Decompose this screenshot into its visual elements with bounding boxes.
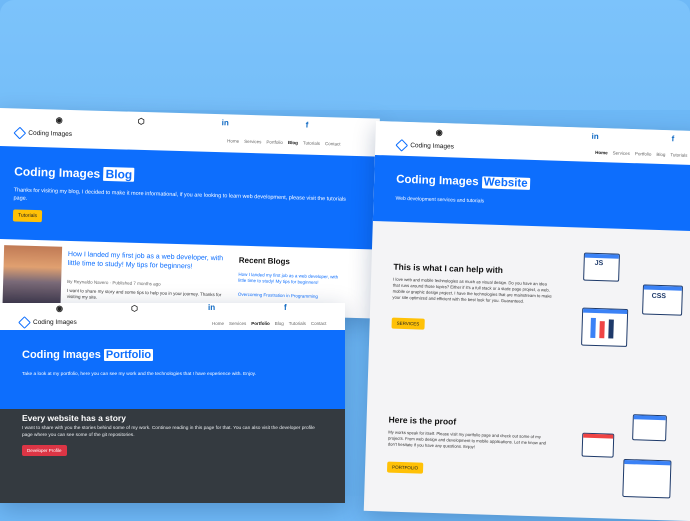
nav-home[interactable]: Home [595, 150, 608, 155]
github-icon[interactable]: ◉ [56, 116, 63, 125]
brand-name: Coding Images [410, 142, 455, 151]
developer-profile-button[interactable]: Developer Profile [22, 445, 67, 456]
github-icon[interactable]: ◉ [56, 304, 63, 313]
blog-hero-title: Coding Images Blog [14, 164, 135, 182]
brand-logo-icon [15, 128, 24, 137]
portfolio-page: ◉ ⬡ in f Coding Images Home Services Por… [0, 303, 345, 503]
help-title: This is what I can help with [393, 261, 504, 276]
brand-logo-icon [20, 318, 29, 327]
linkedin-icon[interactable]: in [222, 118, 229, 127]
portfolio-monitor-illustration [581, 432, 615, 458]
nav-services[interactable]: Services [613, 150, 630, 156]
nav-tutorials[interactable]: Tutorials [289, 321, 306, 326]
nav-tutorials[interactable]: Tutorials [670, 152, 687, 158]
nav-blog[interactable]: Blog [275, 321, 284, 326]
cards-illustration [622, 458, 672, 499]
nav-home[interactable]: Home [227, 138, 239, 143]
proof-text: My works speak for itself. Please visit … [387, 429, 547, 450]
blog-hero-text: Thanks for visiting my blog, I decided t… [13, 187, 346, 203]
hero-title-text: Coding Images [395, 173, 479, 189]
story-text: I want to share with you the stories beh… [22, 426, 315, 438]
browser-monitor-illustration [632, 414, 667, 442]
github-icon[interactable]: ◉ [436, 128, 443, 137]
nav-home[interactable]: Home [212, 321, 224, 326]
site-brand[interactable]: Coding Images [397, 141, 454, 152]
post-thumbnail[interactable] [2, 245, 63, 307]
facebook-icon[interactable]: f [671, 134, 674, 143]
hero-title-text: Coding Images [14, 164, 101, 181]
website-hero: Coding Images Website Web development se… [372, 154, 690, 232]
blog-hero: Coding Images Blog Thanks for visiting m… [0, 145, 379, 250]
story-title: Every website has a story [22, 413, 126, 423]
nav-blog[interactable]: Blog [656, 152, 665, 157]
linkedin-icon[interactable]: in [208, 303, 215, 312]
portfolio-hero-text: Take a look at my portfolio, here you ca… [22, 372, 257, 377]
nav-contact[interactable]: Contact [325, 141, 341, 146]
blog-nav: Home Services Portfolio Blog Tutorials C… [227, 138, 341, 146]
nav-services[interactable]: Services [229, 321, 246, 326]
portfolio-nav: Home Services Portfolio Blog Tutorials C… [212, 321, 326, 326]
linkedin-icon[interactable]: in [591, 132, 598, 141]
brand-name: Coding Images [33, 319, 77, 326]
css-label: CSS [651, 292, 667, 301]
recent-blog-link-1[interactable]: How I landed my first job as a web devel… [238, 272, 343, 287]
portfolio-hero: Coding Images Portfolio Take a look at m… [0, 330, 345, 409]
site-brand[interactable]: Coding Images [20, 318, 77, 327]
nav-contact[interactable]: Contact [311, 321, 327, 326]
recent-blogs-title: Recent Blogs [238, 255, 291, 267]
help-text: I love web and mobile technologies as mu… [392, 276, 552, 304]
recent-blog-link-2[interactable]: Overcoming Frustration in Programming [238, 292, 348, 300]
post-title[interactable]: How I landed my first job as a web devel… [68, 250, 228, 272]
nav-services[interactable]: Services [244, 139, 261, 144]
facebook-icon[interactable]: f [284, 303, 287, 312]
codepen-icon[interactable]: ⬡ [138, 117, 145, 126]
codepen-icon[interactable]: ⬡ [131, 304, 138, 313]
proof-title: Here is the proof [388, 414, 457, 427]
services-button[interactable]: SERVICES [391, 317, 425, 330]
tools-monitor-illustration [581, 307, 629, 347]
hero-title-text: Coding Images [22, 349, 101, 361]
js-monitor-illustration: JS [583, 252, 620, 282]
blog-page: ◉ ⬡ in f Coding Images Home Services Por… [0, 108, 380, 319]
brand-name: Coding Images [28, 129, 73, 139]
website-hero-text: Web development services and tutorials [395, 195, 485, 205]
hero-title-highlight: Website [481, 176, 530, 190]
nav-blog[interactable]: Blog [288, 140, 298, 145]
website-page: ◉ in f Coding Images Home Services Portf… [363, 121, 690, 521]
brand-logo-icon [397, 141, 406, 150]
nav-portfolio[interactable]: Portfolio [266, 139, 283, 144]
css-monitor-illustration: CSS [642, 284, 683, 316]
hero-title-highlight: Portfolio [103, 349, 154, 361]
website-hero-title: Coding Images Website [396, 174, 530, 190]
nav-tutorials[interactable]: Tutorials [303, 140, 320, 145]
tutorials-button[interactable]: Tutorials [12, 209, 43, 223]
nav-portfolio[interactable]: Portfolio [251, 321, 270, 326]
nav-portfolio[interactable]: Portfolio [635, 151, 652, 157]
hero-title-highlight: Blog [103, 166, 135, 182]
post-meta: By Reynaldo Navero · Published 7 months … [67, 278, 161, 287]
portfolio-hero-title: Coding Images Portfolio [22, 349, 154, 361]
js-label: JS [594, 259, 604, 268]
facebook-icon[interactable]: f [306, 121, 309, 130]
portfolio-button[interactable]: PORTFOLIO [386, 461, 424, 474]
site-brand[interactable]: Coding Images [15, 128, 72, 139]
